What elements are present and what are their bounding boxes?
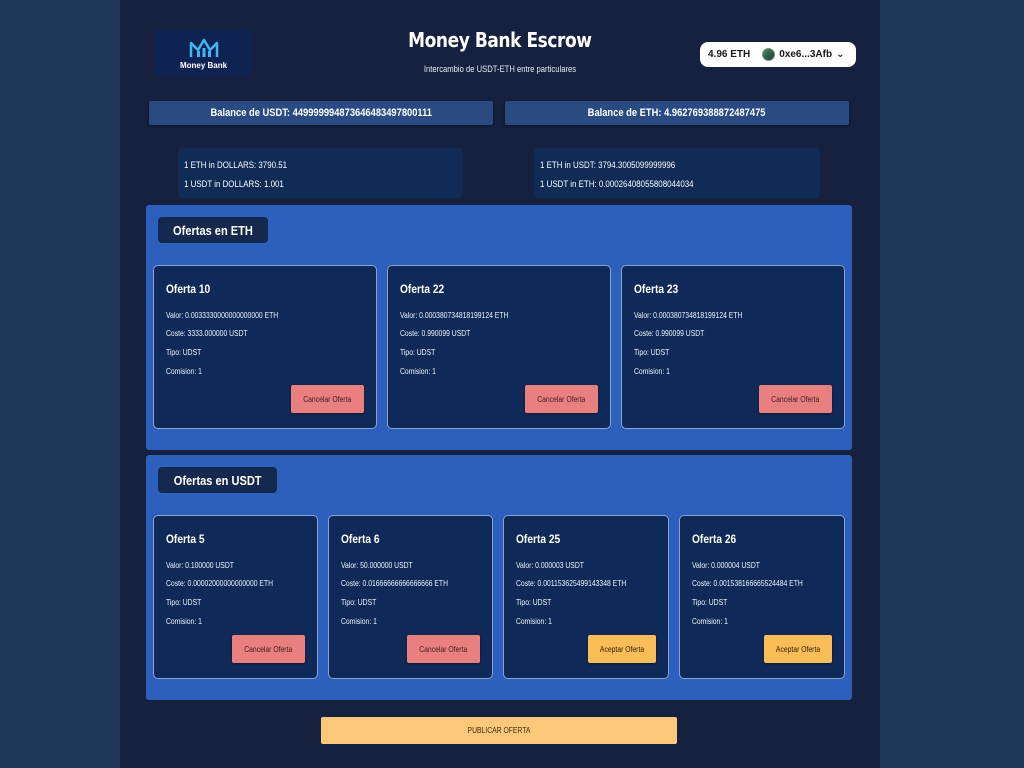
cancel-offer-button[interactable]: Cancelar Oferta	[759, 385, 832, 413]
offer-tipo: Tipo: UDST	[634, 348, 670, 357]
cancel-offer-button[interactable]: Cancelar Oferta	[291, 385, 364, 413]
offer-tipo: Tipo: UDST	[166, 348, 202, 357]
chevron-down-icon: ⌄	[836, 49, 845, 60]
offer-tipo: Tipo: UDST	[516, 598, 552, 607]
offer-valor: Valor: 0.000380734818199124 ETH	[634, 311, 743, 320]
offer-coste: Coste: 3333.000000 USDT	[166, 329, 248, 338]
cancel-offer-label: Cancelar Oferta	[244, 644, 293, 654]
offer-valor: Valor: 0.000003 USDT	[516, 561, 584, 570]
offer-title: Oferta 10	[166, 282, 211, 296]
cross-rates: 1 ETH in USDT: 3794.3005099999996 1 USDT…	[534, 148, 820, 198]
offer-title: Oferta 26	[692, 532, 737, 546]
publish-offer-button[interactable]: PUBLICAR OFERTA	[321, 717, 677, 744]
rate-usdt-eth: 1 USDT in ETH: 0.00026408055808044034	[540, 179, 694, 189]
offer-comision: Comision: 1	[692, 617, 728, 626]
cancel-offer-button[interactable]: Cancelar Oferta	[407, 635, 480, 663]
offer-comision: Comision: 1	[634, 367, 670, 376]
offer-tipo: Tipo: UDST	[400, 348, 436, 357]
section-title-usdt-text: Ofertas en USDT	[173, 472, 262, 488]
section-title-usdt: Ofertas en USDT	[158, 467, 278, 493]
wallet-address: 0xe6...3Afb	[779, 49, 833, 60]
offer-title: Oferta 22	[400, 282, 445, 296]
offer-card: Oferta 25 Valor: 0.000003 USDT Coste: 0.…	[503, 515, 669, 679]
usdt-balance-text: Balance de USDT: 44999999487364648349780…	[210, 107, 432, 119]
usdt-balance: Balance de USDT: 44999999487364648349780…	[149, 101, 493, 125]
wallet-avatar-icon	[762, 48, 776, 61]
section-title-eth-text: Ofertas en ETH	[173, 222, 253, 238]
offer-title: Oferta 6	[341, 532, 380, 546]
offer-card: Oferta 10 Valor: 0.0033330000000000000 E…	[153, 265, 377, 429]
offer-card: Oferta 26 Valor: 0.000004 USDT Coste: 0.…	[679, 515, 845, 679]
cancel-offer-label: Cancelar Oferta	[303, 394, 352, 404]
accept-offer-label: Aceptar Oferta	[599, 644, 645, 654]
offer-title: Oferta 25	[516, 532, 561, 546]
accept-offer-button[interactable]: Aceptar Oferta	[764, 635, 832, 663]
rate-eth-usdt: 1 ETH in USDT: 3794.3005099999996	[540, 160, 676, 170]
cancel-offer-button[interactable]: Cancelar Oferta	[525, 385, 598, 413]
usdt-offers-section: Ofertas en USDT Oferta 5 Valor: 0.100000…	[146, 455, 852, 700]
offer-valor: Valor: 0.000004 USDT	[692, 561, 760, 570]
offer-tipo: Tipo: UDST	[341, 598, 377, 607]
offer-coste: Coste: 0.001538166665524484 ETH	[692, 579, 803, 588]
page-title: Money Bank Escrow	[408, 28, 592, 52]
offer-valor: Valor: 50.000000 USDT	[341, 561, 413, 570]
eth-offers-section: Ofertas en ETH Oferta 10 Valor: 0.003333…	[146, 205, 852, 450]
offer-valor: Valor: 0.000380734818199124 ETH	[400, 311, 509, 320]
dollar-rates: 1 ETH in DOLLARS: 3790.51 1 USDT in DOLL…	[178, 148, 463, 198]
cancel-offer-button[interactable]: Cancelar Oferta	[232, 635, 305, 663]
offer-coste: Coste: 0.990099 USDT	[400, 329, 471, 338]
offer-valor: Valor: 0.0033330000000000000 ETH	[166, 311, 279, 320]
eth-balance: Balance de ETH: 4.962769388872487475	[505, 101, 849, 125]
offer-coste: Coste: 0.01666666666666666 ETH	[341, 579, 448, 588]
eth-balance-text: Balance de ETH: 4.962769388872487475	[588, 107, 766, 119]
section-title-eth: Ofertas en ETH	[158, 217, 268, 243]
offer-coste: Coste: 0.00002000000000000 ETH	[166, 579, 273, 588]
offer-comision: Comision: 1	[341, 617, 377, 626]
offer-card: Oferta 6 Valor: 50.000000 USDT Coste: 0.…	[328, 515, 493, 679]
offer-valor: Valor: 0.100000 USDT	[166, 561, 234, 570]
offer-tipo: Tipo: UDST	[166, 598, 202, 607]
offer-comision: Comision: 1	[400, 367, 436, 376]
offer-comision: Comision: 1	[166, 367, 202, 376]
offer-comision: Comision: 1	[516, 617, 552, 626]
publish-offer-label: PUBLICAR OFERTA	[467, 726, 531, 735]
offer-card: Oferta 22 Valor: 0.000380734818199124 ET…	[387, 265, 611, 429]
accept-offer-label: Aceptar Oferta	[775, 644, 821, 654]
offer-tipo: Tipo: UDST	[692, 598, 728, 607]
accept-offer-button[interactable]: Aceptar Oferta	[588, 635, 656, 663]
offer-card: Oferta 23 Valor: 0.000380734818199124 ET…	[621, 265, 845, 429]
offer-coste: Coste: 0.001153625499143348 ETH	[516, 579, 627, 588]
cancel-offer-label: Cancelar Oferta	[419, 644, 468, 654]
offer-comision: Comision: 1	[166, 617, 202, 626]
cancel-offer-label: Cancelar Oferta	[771, 394, 820, 404]
wallet-eth-balance: 4.96 ETH	[708, 49, 751, 60]
offer-card: Oferta 5 Valor: 0.100000 USDT Coste: 0.0…	[153, 515, 318, 679]
wallet-button[interactable]: 4.96 ETH 0xe6...3Afb ⌄	[700, 42, 856, 67]
offer-coste: Coste: 0.990099 USDT	[634, 329, 705, 338]
cancel-offer-label: Cancelar Oferta	[537, 394, 586, 404]
rate-eth-dollars: 1 ETH in DOLLARS: 3790.51	[184, 160, 288, 170]
rate-usdt-dollars: 1 USDT in DOLLARS: 1.001	[184, 179, 284, 189]
offer-title: Oferta 5	[166, 532, 205, 546]
offer-title: Oferta 23	[634, 282, 679, 296]
app-container: Money Bank Money Bank Escrow Intercambio…	[120, 0, 880, 768]
